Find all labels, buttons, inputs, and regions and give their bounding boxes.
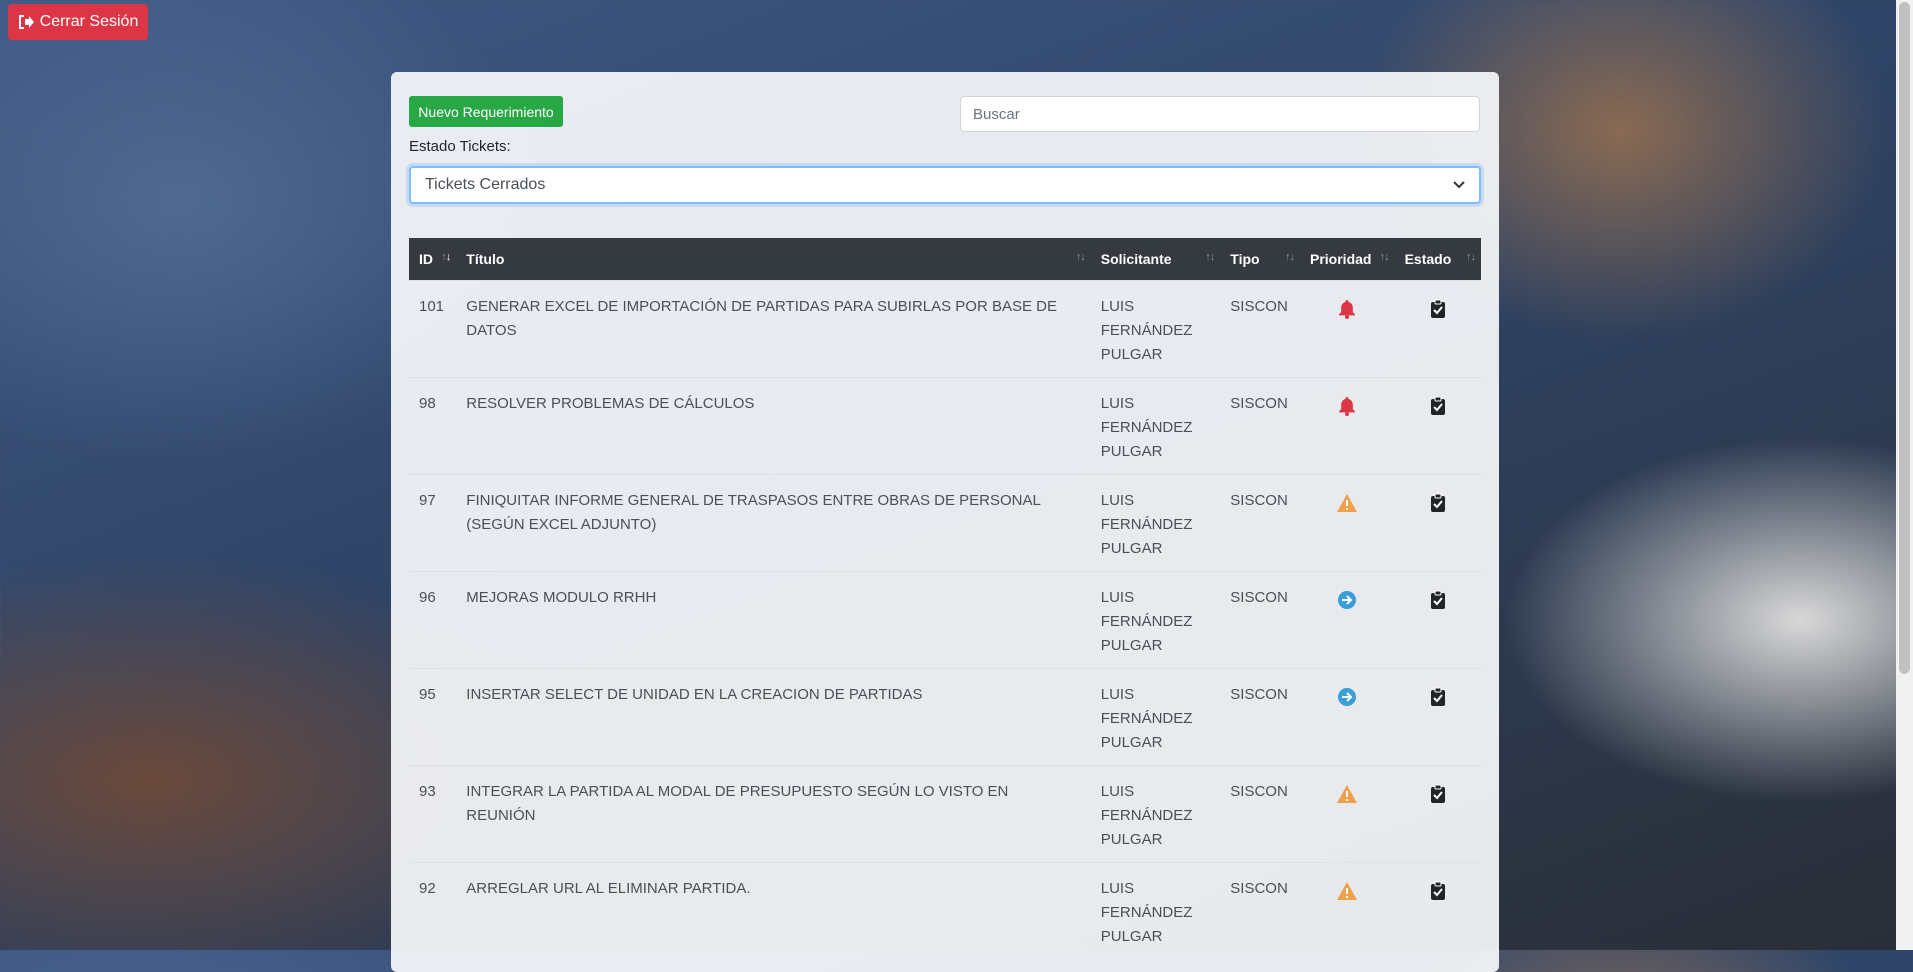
cell-status [1394, 377, 1481, 475]
warning-icon [1336, 492, 1358, 512]
cell-requester: LUIS FERNÁNDEZ PULGAR [1090, 280, 1221, 378]
cell-priority [1300, 862, 1395, 960]
logout-button[interactable]: Cerrar Sesión [8, 4, 148, 40]
clipboard-check-icon[interactable] [1430, 298, 1446, 318]
clipboard-check-icon[interactable] [1430, 492, 1446, 512]
cell-status [1394, 862, 1481, 960]
table-row[interactable]: 98 RESOLVER PROBLEMAS DE CÁLCULOS LUIS FER… [409, 377, 1481, 475]
cell-type: SISCON [1220, 474, 1300, 572]
cell-title: MEJORAS MODULO RRHH [456, 571, 1091, 669]
tickets-table: ID ↑↓ Título ↑↓ Solicitante ↑↓ Tipo ↑↓ Prior… [409, 238, 1481, 960]
cell-requester: LUIS FERNÁNDEZ PULGAR [1090, 862, 1221, 960]
bell-icon [1338, 395, 1356, 416]
cell-priority [1300, 765, 1395, 863]
table-row[interactable]: 101 GENERAR EXCEL DE IMPORTACIÓN DE PARTI… [409, 280, 1481, 378]
cell-requester: LUIS FERNÁNDEZ PULGAR [1090, 765, 1221, 863]
cell-id: 92 [409, 862, 457, 960]
clipboard-check-icon[interactable] [1430, 783, 1446, 803]
cell-type: SISCON [1220, 571, 1300, 669]
clipboard-check-icon[interactable] [1430, 589, 1446, 609]
cell-type: SISCON [1220, 668, 1300, 766]
cell-status [1394, 280, 1481, 378]
clipboard-check-icon[interactable] [1430, 686, 1446, 706]
status-filter-value: Tickets Cerrados [425, 176, 546, 193]
logout-label: Cerrar Sesión [39, 13, 139, 30]
scrollbar-thumb[interactable] [1899, 2, 1910, 674]
cell-status [1394, 474, 1481, 572]
cell-requester: LUIS FERNÁNDEZ PULGAR [1090, 474, 1221, 572]
arrow-right-circle-icon [1337, 589, 1357, 609]
clipboard-check-icon[interactable] [1430, 395, 1446, 415]
table-row[interactable]: 92 ARREGLAR URL AL ELIMINAR PARTIDA. LUIS … [409, 862, 1481, 960]
table-row[interactable]: 96 MEJORAS MODULO RRHH LUIS FERNÁNDEZ PULG… [409, 571, 1481, 669]
table-row[interactable]: 93 INTEGRAR LA PARTIDA AL MODAL DE PRESUP… [409, 765, 1481, 863]
cell-type: SISCON [1220, 765, 1300, 863]
cell-title: INTEGRAR LA PARTIDA AL MODAL DE PRESUPUE… [456, 765, 1091, 863]
cell-title: ARREGLAR URL AL ELIMINAR PARTIDA. [456, 862, 1091, 960]
cell-id: 96 [409, 571, 457, 669]
sort-icon: ↑↓ [441, 251, 451, 263]
search-input[interactable] [960, 96, 1480, 132]
cell-requester: LUIS FERNÁNDEZ PULGAR [1090, 571, 1221, 669]
table-header-row: ID ↑↓ Título ↑↓ Solicitante ↑↓ Tipo ↑↓ Prior… [409, 238, 1481, 281]
status-filter-label: Estado Tickets: [409, 138, 511, 155]
cell-id: 97 [409, 474, 457, 572]
cell-priority [1300, 571, 1395, 669]
column-header-priority[interactable]: Prioridad ↑↓ [1300, 238, 1395, 281]
cell-title: INSERTAR SELECT DE UNIDAD EN LA CREACION… [456, 668, 1091, 766]
cell-id: 101 [409, 280, 457, 378]
sort-icon: ↑↓ [1379, 251, 1390, 263]
sort-icon: ↑↓ [1075, 251, 1086, 263]
cell-requester: LUIS FERNÁNDEZ PULGAR [1090, 668, 1221, 766]
cell-id: 98 [409, 377, 457, 475]
cell-status [1394, 668, 1481, 766]
tickets-panel: Nuevo Requerimiento Estado Tickets: Tick… [391, 72, 1499, 972]
cell-type: SISCON [1220, 280, 1300, 378]
table-row[interactable]: 95 INSERTAR SELECT DE UNIDAD EN LA CREACI… [409, 668, 1481, 766]
page-scrollbar[interactable] [1896, 0, 1913, 950]
sort-icon: ↑↓ [1205, 251, 1215, 263]
cell-priority [1300, 668, 1395, 766]
sort-icon: ↑↓ [1285, 251, 1295, 263]
clipboard-check-icon[interactable] [1430, 880, 1446, 900]
cell-priority [1300, 280, 1395, 378]
column-header-status[interactable]: Estado ↑↓ [1394, 238, 1481, 281]
column-header-id[interactable]: ID ↑↓ [409, 238, 457, 281]
cell-priority [1300, 377, 1395, 475]
chevron-down-icon [1453, 176, 1465, 194]
cell-status [1394, 765, 1481, 863]
status-filter-select[interactable]: Tickets Cerrados [409, 166, 1481, 204]
warning-icon [1336, 880, 1358, 900]
sort-icon: ↑↓ [1466, 251, 1476, 263]
cell-type: SISCON [1220, 377, 1300, 475]
cell-title: GENERAR EXCEL DE IMPORTACIÓN DE PARTIDAS… [456, 280, 1091, 378]
cell-id: 95 [409, 668, 457, 766]
warning-icon [1336, 783, 1358, 803]
sign-out-icon [18, 15, 34, 29]
cell-id: 93 [409, 765, 457, 863]
cell-type: SISCON [1220, 862, 1300, 960]
cell-requester: LUIS FERNÁNDEZ PULGAR [1090, 377, 1221, 475]
bell-icon [1338, 298, 1356, 319]
cell-title: RESOLVER PROBLEMAS DE CÁLCULOS [456, 377, 1091, 475]
column-header-title[interactable]: Título ↑↓ [456, 238, 1091, 281]
column-header-type[interactable]: Tipo ↑↓ [1220, 238, 1300, 281]
cell-status [1394, 571, 1481, 669]
column-header-requester[interactable]: Solicitante ↑↓ [1090, 238, 1221, 281]
cell-title: FINIQUITAR INFORME GENERAL DE TRASPASOS … [456, 474, 1091, 572]
table-row[interactable]: 97 FINIQUITAR INFORME GENERAL DE TRASPASO… [409, 474, 1481, 572]
new-requirement-button[interactable]: Nuevo Requerimiento [409, 96, 563, 127]
arrow-right-circle-icon [1337, 686, 1357, 706]
cell-priority [1300, 474, 1395, 572]
